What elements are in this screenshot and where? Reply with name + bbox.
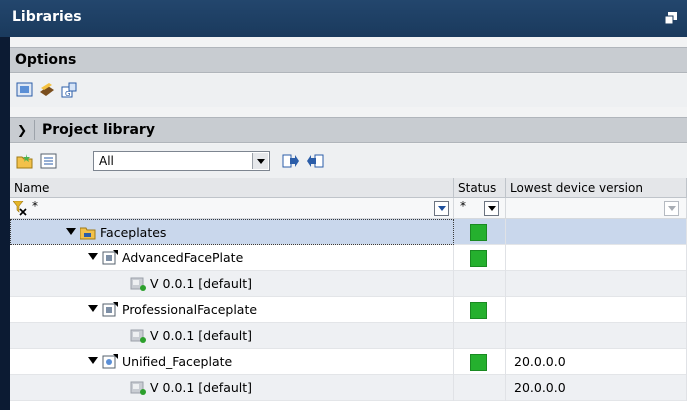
- add-folder-icon[interactable]: [16, 153, 34, 169]
- options-title: Options: [15, 52, 77, 68]
- version-cell: [506, 323, 687, 349]
- expand-arrow-icon[interactable]: [66, 228, 76, 235]
- expand-arrow-icon[interactable]: [88, 357, 98, 364]
- version-cell: [506, 245, 687, 271]
- node-label: V 0.0.1 [default]: [150, 380, 253, 395]
- table-row[interactable]: V 0.0.1 [default]: [10, 271, 687, 297]
- chevron-down-icon[interactable]: [664, 201, 679, 216]
- faceplate-type-icon: [102, 250, 118, 265]
- name-cell: V 0.0.1 [default]: [10, 271, 454, 297]
- libraries-window: Libraries Options G ❯ Project library Al…: [0, 0, 687, 410]
- status-ok-indicator: [470, 354, 487, 371]
- version-icon: [130, 329, 146, 343]
- project-library-title: Project library: [42, 122, 155, 138]
- status-ok-indicator: [470, 250, 487, 267]
- library-filter-select[interactable]: All: [93, 151, 270, 171]
- filter-select-value: All: [99, 154, 114, 168]
- version-cell: 20.0.0.0: [506, 349, 687, 375]
- chevron-down-icon[interactable]: [252, 153, 268, 169]
- name-cell: V 0.0.1 [default]: [10, 375, 454, 401]
- import-icon[interactable]: [306, 153, 324, 169]
- status-ok-indicator: [470, 224, 487, 241]
- version-cell: [506, 297, 687, 323]
- move-icon[interactable]: [282, 153, 300, 169]
- name-cell: V 0.0.1 [default]: [10, 323, 454, 349]
- float-window-icon[interactable]: [665, 12, 677, 24]
- table-row[interactable]: Unified_Faceplate 20.0.0.0: [10, 349, 687, 375]
- node-label: AdvancedFacePlate: [122, 250, 244, 265]
- name-cell: Faceplates: [10, 219, 454, 245]
- unified-faceplate-icon: [102, 354, 118, 369]
- view-details-icon[interactable]: [40, 153, 58, 169]
- version-text: 20.0.0.0: [514, 380, 566, 395]
- header-divider: [34, 120, 35, 140]
- library-table: Name Status Lowest device version * * Fa…: [10, 178, 687, 410]
- version-icon: [130, 277, 146, 291]
- column-header-status[interactable]: Status: [454, 178, 506, 198]
- folder-icon: [80, 227, 96, 240]
- name-cell: AdvancedFacePlate: [10, 245, 454, 271]
- name-filter-value: *: [32, 199, 38, 213]
- expand-arrow-icon[interactable]: [88, 253, 98, 260]
- open-library-icon[interactable]: [38, 82, 56, 98]
- status-filter-cell[interactable]: *: [454, 198, 506, 219]
- status-cell: [454, 297, 506, 323]
- column-header-name[interactable]: Name: [10, 178, 454, 198]
- faceplate-type-icon: [102, 302, 118, 317]
- library-settings-icon[interactable]: G: [60, 82, 78, 98]
- version-cell: 20.0.0.0: [506, 375, 687, 401]
- version-text: 20.0.0.0: [514, 354, 566, 369]
- status-ok-indicator: [470, 302, 487, 319]
- chevron-down-icon[interactable]: ❯: [14, 122, 30, 138]
- chevron-down-icon[interactable]: [434, 201, 449, 216]
- filter-row: * *: [10, 198, 687, 219]
- options-header[interactable]: Options: [10, 47, 687, 73]
- status-filter-value: *: [460, 199, 466, 213]
- status-cell: [454, 349, 506, 375]
- window-title: Libraries: [12, 9, 82, 25]
- library-view-icon[interactable]: [16, 82, 34, 98]
- libraries-panel: Options G ❯ Project library All Name Sta…: [10, 37, 687, 410]
- name-cell: Unified_Faceplate: [10, 349, 454, 375]
- column-header-version[interactable]: Lowest device version: [506, 178, 687, 198]
- table-row[interactable]: ProfessionalFaceplate: [10, 297, 687, 323]
- status-cell: [454, 219, 506, 245]
- version-filter-cell[interactable]: [506, 198, 687, 219]
- node-label: V 0.0.1 [default]: [150, 328, 253, 343]
- node-label: Faceplates: [100, 225, 167, 240]
- project-library-header[interactable]: ❯ Project library: [10, 117, 687, 143]
- project-library-toolbar: All: [10, 144, 687, 178]
- status-cell: [454, 271, 506, 297]
- table-row[interactable]: AdvancedFacePlate: [10, 245, 687, 271]
- table-row[interactable]: V 0.0.1 [default] 20.0.0.0: [10, 375, 687, 401]
- status-cell: [454, 375, 506, 401]
- version-cell: [506, 271, 687, 297]
- version-cell: [506, 219, 687, 245]
- table-row[interactable]: V 0.0.1 [default]: [10, 323, 687, 349]
- version-icon: [130, 381, 146, 395]
- node-label: V 0.0.1 [default]: [150, 276, 253, 291]
- clear-filter-icon[interactable]: [13, 201, 29, 216]
- name-filter-cell[interactable]: *: [10, 198, 454, 219]
- status-cell: [454, 245, 506, 271]
- name-cell: ProfessionalFaceplate: [10, 297, 454, 323]
- node-label: ProfessionalFaceplate: [122, 302, 258, 317]
- table-row[interactable]: Faceplates: [10, 219, 687, 245]
- chevron-down-icon[interactable]: [484, 201, 499, 216]
- expand-arrow-icon[interactable]: [88, 305, 98, 312]
- svg-text:G: G: [65, 90, 70, 98]
- status-cell: [454, 323, 506, 349]
- window-titlebar: Libraries: [0, 0, 687, 37]
- options-toolbar: G: [10, 74, 687, 107]
- node-label: Unified_Faceplate: [122, 354, 233, 369]
